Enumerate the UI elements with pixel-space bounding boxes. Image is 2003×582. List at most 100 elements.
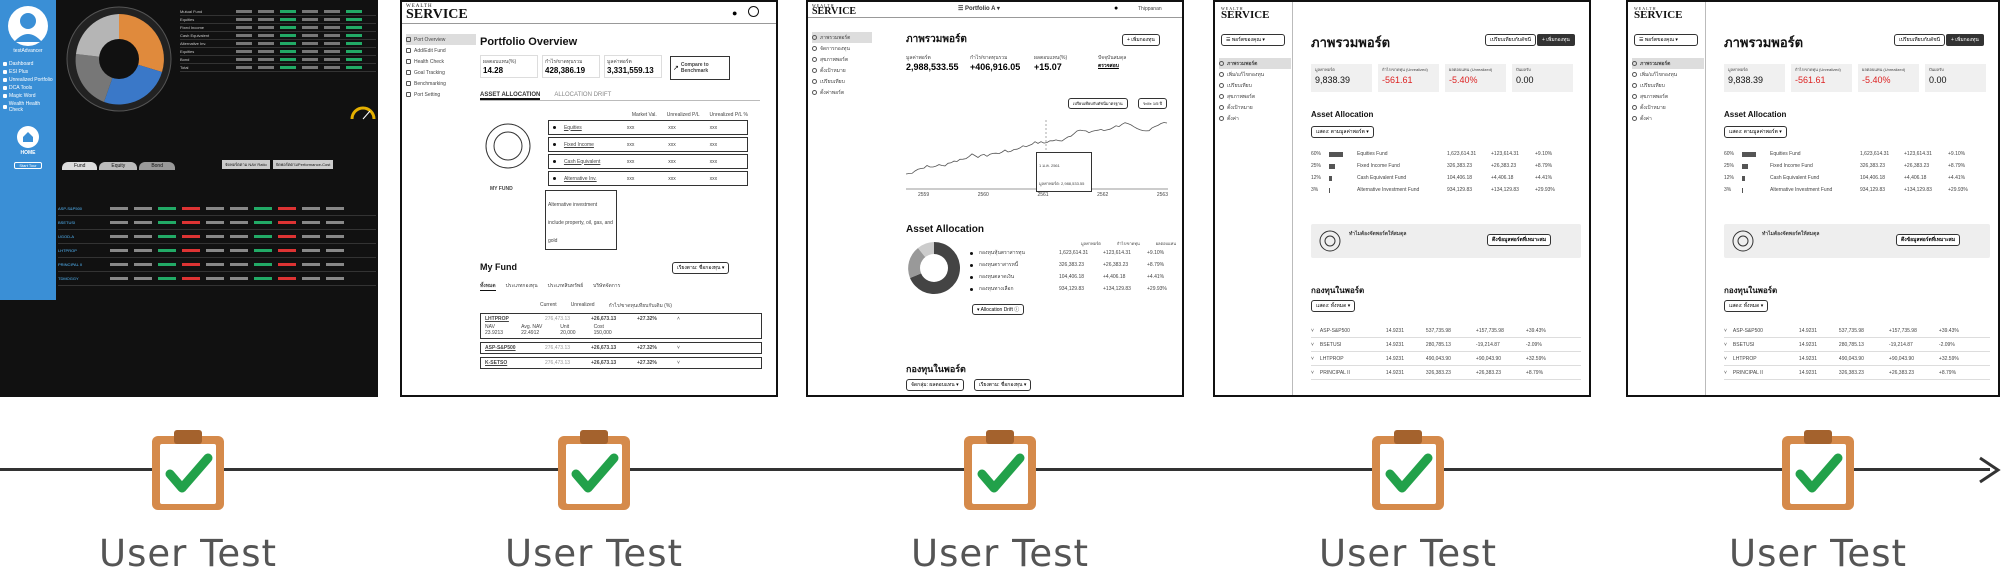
sidebar-item[interactable]: Goal Tracking — [406, 67, 476, 78]
chevron-down-icon[interactable]: ˅ — [1724, 342, 1727, 348]
funds-filter[interactable]: แสดง: ทั้งหมด ▾ — [1724, 300, 1769, 312]
alloc-row[interactable]: 60% Equities Fund 1,623,614.31 +123,614.31 +… — [1311, 148, 1581, 160]
sidebar-item[interactable]: ตั้งเป้าหมาย — [1219, 102, 1291, 113]
mock1-tab[interactable]: Fund — [62, 162, 98, 170]
group-filter[interactable]: จัดกลุ่ม: ผลตอบแทน ▾ — [906, 379, 964, 391]
sidebar-item[interactable]: Wealth Health Check — [0, 100, 56, 114]
bell-icon[interactable]: ● — [1114, 5, 1118, 12]
table-row[interactable]: UGOD-A — [58, 230, 376, 244]
alloc-filter[interactable]: แสดง: ตามมูลค่าพอร์ต ▾ — [1311, 126, 1374, 138]
chevron-down-icon[interactable]: ˅ — [1311, 342, 1314, 348]
table-row[interactable]: ˅ LHTPROP 14.9231 490,043.90 +90,043.90 +32.5… — [1311, 352, 1581, 366]
sidebar-item[interactable]: Magic Word — [0, 92, 56, 100]
sidebar-item[interactable]: สุขภาพพอร์ต — [1219, 91, 1291, 102]
table-row[interactable]: TDMOGGY — [58, 272, 376, 286]
banner-button[interactable]: ดึงข้อมูลพอร์ตที่เหมาะสม — [1896, 234, 1961, 246]
asset-row[interactable]: Cash Equivalent xxx xxx xxx — [548, 154, 748, 169]
funds-filter[interactable]: แสดง: ทั้งหมด ▾ — [1311, 300, 1356, 312]
mock1-tab[interactable]: Bond — [139, 162, 175, 170]
chevron-icon[interactable]: ˄ — [677, 316, 680, 322]
alloc-row[interactable]: 3% Alternative Investment Fund 934,129.83 +… — [1724, 184, 1990, 196]
sidebar-item[interactable]: เปรียบเทียบ — [1632, 80, 1704, 91]
table-row[interactable]: ASP-S&P500 — [58, 202, 376, 216]
mock1-tab[interactable]: Equity — [99, 162, 138, 170]
fund-row[interactable]: ASP-S&P500 276,473.13 +26,673.13 +27.32% ˅ — [480, 342, 762, 354]
asset-row[interactable]: Equities xxx xxx xxx — [548, 120, 748, 135]
sidebar-item[interactable]: เปรียบเทียบ — [812, 76, 872, 87]
alloc-row[interactable]: 3% Alternative Investment Fund 934,129.83 +… — [1311, 184, 1581, 196]
table-row[interactable]: BSETUSI — [58, 216, 376, 230]
sidebar-item[interactable]: ภาพรวมพอร์ต — [1632, 58, 1704, 69]
table-row[interactable]: ˅ LHTPROP 14.9231 490,043.90 +90,043.90 +32.5… — [1724, 352, 1990, 366]
benchmark-button[interactable]: เปรียบเทียบกับดัชนีมาตรฐาน — [1068, 98, 1128, 109]
alloc-row[interactable]: กองทุนหุ้นตราสารทุน 1,623,614.31 +123,614.… — [970, 247, 1176, 259]
add-fund-button[interactable]: + เพิ่มกองทุน — [1537, 34, 1575, 46]
asset-row[interactable]: Alternative Inv. xxx xxx xxx — [548, 171, 748, 186]
table-row[interactable]: ˅ BSETUSI 14.9231 280,785.13 -19,214.87 -2.09… — [1311, 338, 1581, 352]
sidebar-item[interactable]: สุขภาพพอร์ต — [1632, 91, 1704, 102]
tab-allocation-drift[interactable]: ALLOCATION DRIFT — [554, 92, 611, 100]
alloc-row[interactable]: 12% Cash Equivalent Fund 104,406.18 +4,406.… — [1311, 172, 1581, 184]
sidebar-item[interactable]: Benchmarking — [406, 78, 476, 89]
compare-button[interactable]: เปรียบเทียบกับดัชนี — [1894, 34, 1946, 46]
chevron-down-icon[interactable]: ˅ — [1311, 370, 1314, 376]
start-tour-button[interactable]: Start Tour — [14, 162, 42, 169]
alloc-row[interactable]: กองทุนทางเลือก 934,129.83 +134,129.83 +29.9… — [970, 283, 1176, 295]
table-row[interactable]: PRINCIPAL II — [58, 258, 376, 272]
sidebar-item[interactable]: ภาพรวมพอร์ต — [812, 32, 872, 43]
fund-row[interactable]: K-SETSO 276,473.13 +26,673.13 +27.32% ˅ — [480, 357, 762, 369]
port-select[interactable]: ☰ พอร์ตของคุณ ▾ — [1221, 34, 1285, 46]
chevron-down-icon[interactable]: ˅ — [1311, 356, 1314, 362]
sidebar-item[interactable]: ตั้งเป้าหมาย — [1632, 102, 1704, 113]
chevron-icon[interactable]: ˅ — [677, 345, 680, 351]
sidebar-item[interactable]: เปรียบเทียบ — [1219, 80, 1291, 91]
asset-row[interactable]: Fixed Income xxx xxx xxx — [548, 137, 748, 152]
compare-button[interactable]: เปรียบเทียบกับดัชนี — [1485, 34, 1537, 46]
performance-button[interactable]: จัดพอร์ตตามPerformance-Cost — [272, 160, 334, 169]
sidebar-item[interactable]: เพิ่ม/แก้ไขกองทุน — [1632, 69, 1704, 80]
sidebar-item[interactable]: สุขภาพพอร์ต — [812, 54, 872, 65]
chevron-down-icon[interactable]: ˅ — [1724, 356, 1727, 362]
alloc-row[interactable]: 12% Cash Equivalent Fund 104,406.18 +4,406.… — [1724, 172, 1990, 184]
sidebar-item[interactable]: เพิ่ม/แก้ไขกองทุน — [1219, 69, 1291, 80]
alloc-row[interactable]: กองทุนตลาดเงิน 104,406.18 +4,406.18 +4.41% — [970, 271, 1176, 283]
sidebar-item[interactable]: Unrealized Portfolio — [0, 76, 56, 84]
fund-row[interactable]: LHTPROP 276,473.13 +26,673.13 +27.32% ˄ NAV 23… — [480, 313, 762, 339]
fund-tab[interactable]: บริษัทจัดการ — [593, 282, 620, 291]
compare-button[interactable]: ↗ Compare to Benchmark — [670, 56, 730, 80]
sidebar-item[interactable]: ตั้งค่าพอร์ต — [812, 87, 872, 98]
alloc-row[interactable]: 60% Equities Fund 1,623,614.31 +123,614.31 +… — [1724, 148, 1990, 160]
sidebar-item[interactable]: Add/Edit Fund — [406, 45, 476, 56]
table-row[interactable]: ˅ BSETUSI 14.9231 280,785.13 -19,214.87 -2.09… — [1724, 338, 1990, 352]
alloc-filter[interactable]: แสดง: ตามมูลค่าพอร์ต ▾ — [1724, 126, 1787, 138]
add-fund-button[interactable]: + เพิ่มกองทุน — [1122, 34, 1160, 46]
sidebar-item[interactable]: Dashboard — [0, 60, 56, 68]
sidebar-item[interactable]: ESI Plus — [0, 68, 56, 76]
alloc-row[interactable]: 25% Fixed Income Fund 326,383.23 +26,383.23… — [1724, 160, 1990, 172]
sidebar-item[interactable]: Health Check — [406, 56, 476, 67]
sidebar-item[interactable]: Port Setting — [406, 89, 476, 100]
tab-asset-allocation[interactable]: ASSET ALLOCATION — [480, 92, 541, 100]
home-icon[interactable] — [17, 126, 39, 148]
sidebar-item[interactable]: ภาพรวมพอร์ต — [1219, 58, 1291, 69]
table-row[interactable]: ˅ PRINCIPAL II 14.9231 326,383.23 +26,383.23… — [1724, 366, 1990, 380]
add-fund-button[interactable]: + เพิ่มกองทุน — [1946, 34, 1984, 46]
fund-tab[interactable]: ประเภทสินทรัพย์ — [548, 282, 584, 291]
banner-button[interactable]: ดึงข้อมูลพอร์ตที่เหมาะสม — [1487, 234, 1552, 246]
sidebar-item[interactable]: ตั้งค่า — [1632, 113, 1704, 124]
alloc-row[interactable]: กองทุนตราสารหนี้ 326,383.23 +26,383.23 +8.7… — [970, 259, 1176, 271]
fund-tab[interactable]: ทั้งหมด — [480, 282, 496, 291]
drift-button[interactable]: ▾ Allocation Drift ⓘ — [972, 304, 1025, 315]
my-fund-filter[interactable]: เรียงตาม: ชื่อกองทุน ▾ — [672, 262, 730, 274]
user-icon[interactable] — [748, 6, 759, 17]
fund-tab[interactable]: ประเภทกองทุน — [506, 282, 538, 291]
table-row[interactable]: ˅ ASP-S&P500 14.9231 537,735.98 +157,735.98 +… — [1724, 324, 1990, 338]
table-row[interactable]: ˅ ASP-S&P500 14.9231 537,735.98 +157,735.98 +… — [1311, 324, 1581, 338]
chevron-down-icon[interactable]: ˅ — [1311, 328, 1314, 334]
chevron-down-icon[interactable]: ˅ — [1724, 370, 1727, 376]
sidebar-item[interactable]: DCA Tools — [0, 84, 56, 92]
chevron-down-icon[interactable]: ˅ — [1724, 328, 1727, 334]
portfolio-selector[interactable]: ☰ Portfolio A ▾ — [958, 5, 1000, 12]
sidebar-item[interactable]: จัดการกองทุน — [812, 43, 872, 54]
sidebar-item[interactable]: ตั้งเป้าหมาย — [812, 65, 872, 76]
